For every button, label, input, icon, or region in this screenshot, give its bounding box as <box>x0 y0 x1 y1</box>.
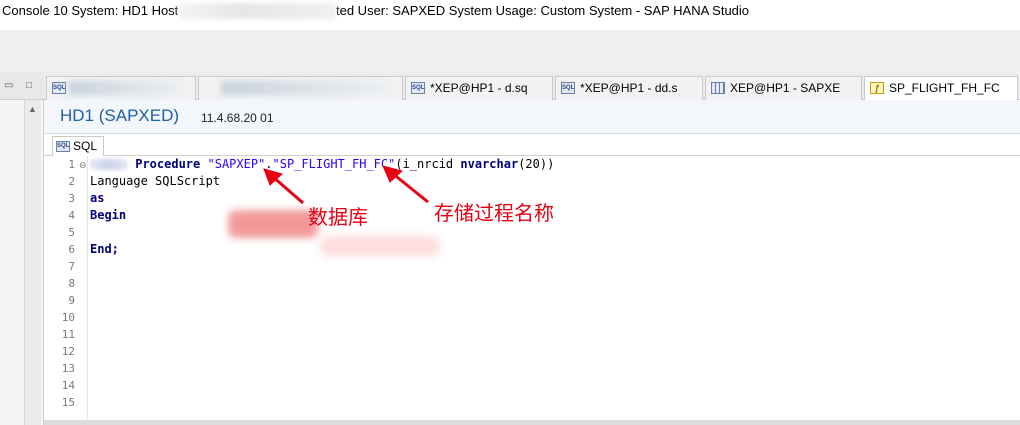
annotation-database: 数据库 <box>308 205 368 229</box>
editor-bottom-border <box>44 420 1020 425</box>
arrow-procedure-name <box>391 171 429 204</box>
arrow-database <box>271 174 304 205</box>
annotation-procedure-name: 存储过程名称 <box>434 201 554 225</box>
